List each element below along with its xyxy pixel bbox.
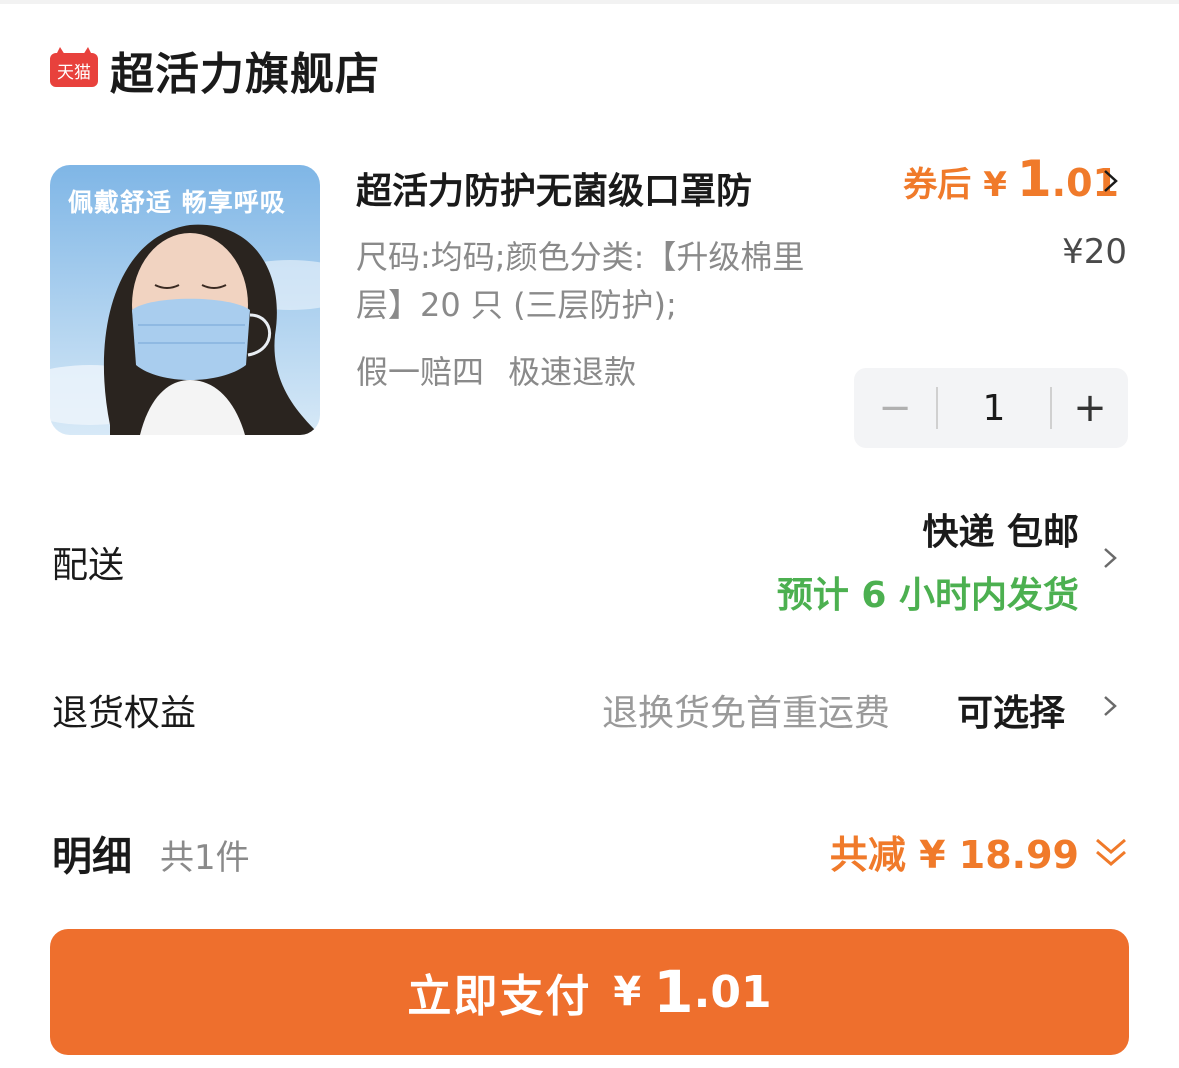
product-title[interactable]: 超活力防护无菌级口罩防: [356, 162, 826, 214]
tmall-badge-icon: 天猫: [50, 47, 98, 87]
pay-button-label: 立即支付: [407, 971, 592, 1022]
price-currency: ¥: [983, 165, 1007, 205]
price-label: 券后: [903, 165, 972, 205]
pay-currency: ¥: [613, 969, 642, 1015]
delivery-label: 配送: [52, 545, 125, 586]
pay-now-button[interactable]: 立即支付 ¥ 1 .01: [50, 929, 1129, 1055]
chevron-right-icon[interactable]: [1102, 166, 1120, 196]
detail-title: 明细: [52, 834, 132, 880]
plus-icon[interactable]: +: [1052, 368, 1128, 448]
top-divider: [0, 0, 1179, 4]
original-price: ¥20: [1062, 232, 1127, 272]
pay-amount-decimal: .01: [693, 966, 772, 1018]
delivery-estimate: 预计 6 小时内发货: [776, 575, 1079, 616]
total-discount[interactable]: 共减 ¥ 18.99: [830, 824, 1079, 879]
quantity-value[interactable]: 1: [938, 368, 1050, 448]
pay-amount-integer: 1: [653, 958, 694, 1026]
product-guarantee: 假一赔四 极速退款: [356, 353, 637, 391]
image-caption: 佩戴舒适 畅享呼吸: [68, 188, 286, 217]
price-integer: 1: [1016, 150, 1052, 208]
store-name[interactable]: 超活力旗舰店: [110, 38, 380, 102]
product-spec[interactable]: 尺码:均码;颜色分类:【升级棉里层】20 只 (三层防护);: [356, 233, 826, 329]
product-image[interactable]: 佩戴舒适 畅享呼吸: [50, 165, 320, 435]
double-chevron-down-icon[interactable]: [1094, 834, 1128, 870]
detail-count: 共1件: [160, 838, 250, 878]
returns-value[interactable]: 可选择: [957, 684, 1065, 736]
returns-description: 退换货免首重运费: [602, 693, 891, 734]
tmall-badge-text: 天猫: [57, 63, 91, 83]
delivery-method[interactable]: 快递 包邮: [922, 503, 1079, 555]
quantity-stepper[interactable]: − 1 +: [854, 368, 1128, 448]
coupon-price[interactable]: 券后 ¥ 1 .01: [903, 150, 1119, 208]
chevron-right-icon[interactable]: [1101, 691, 1119, 721]
returns-label: 退货权益: [52, 693, 197, 734]
chevron-right-icon[interactable]: [1101, 543, 1119, 573]
minus-icon[interactable]: −: [854, 368, 936, 448]
